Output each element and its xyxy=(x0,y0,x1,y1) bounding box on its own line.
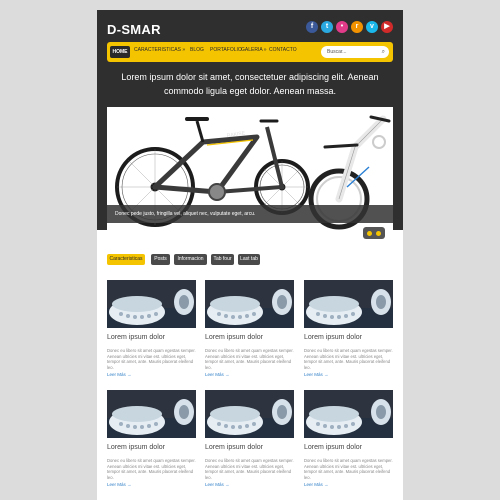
search-icon[interactable]: ⌕ xyxy=(382,46,385,58)
site-logo[interactable]: D-SMAR xyxy=(107,22,161,37)
card-description: Donec eu libero sit amet quam egestas se… xyxy=(107,348,196,370)
card-title: Lorem ipsum dolor xyxy=(205,444,263,451)
card-title: Lorem ipsum dolor xyxy=(205,334,263,341)
read-more-link[interactable]: Leer Más → xyxy=(304,482,329,487)
facebook-icon[interactable]: f xyxy=(306,21,318,33)
card-description: Donec eu libero sit amet quam egestas se… xyxy=(205,458,294,480)
bike-illustration: RAKISE xyxy=(107,107,393,247)
search-input[interactable]: Buscar... ⌕ xyxy=(321,46,389,58)
nav-item-portafolio[interactable]: PORTAFOLIO xyxy=(210,47,242,53)
tab-last[interactable]: Last tab xyxy=(238,254,260,265)
search-placeholder: Buscar... xyxy=(327,49,347,55)
read-more-link[interactable]: Leer Más → xyxy=(205,372,230,377)
nav-item-blog[interactable]: BLOG xyxy=(190,47,204,53)
earbuds-thumbnail[interactable] xyxy=(205,390,294,438)
slider-caption: Donec pede justo, fringilla vel, aliquet… xyxy=(107,205,393,223)
earbuds-thumbnail[interactable] xyxy=(304,390,393,438)
card-description: Donec eu libero sit amet quam egestas se… xyxy=(304,458,393,480)
main-nav: HOME CARACTERISTICAS » BLOG PORTAFOLIO G… xyxy=(107,42,393,62)
card-title: Lorem ipsum dolor xyxy=(304,334,362,341)
flickr-icon[interactable]: • xyxy=(336,21,348,33)
read-more-link[interactable]: Leer Más → xyxy=(304,372,329,377)
headline: Lorem ipsum dolor sit amet, consectetuer… xyxy=(121,72,379,96)
card-title: Lorem ipsum dolor xyxy=(107,444,165,451)
nav-item-caracteristicas[interactable]: CARACTERISTICAS » xyxy=(134,47,185,53)
tab-four[interactable]: Tab four xyxy=(211,254,234,265)
tab-posts[interactable]: Posts xyxy=(151,254,170,265)
page-container: D-SMAR f t • r v ▶ HOME CARACTERISTICAS … xyxy=(97,10,403,500)
hero-slider[interactable]: RAKISE Donec pede justo, fringilla vel, … xyxy=(107,107,393,247)
card-description: Donec eu libero sit amet quam egestas se… xyxy=(304,348,393,370)
slider-dot-2[interactable] xyxy=(376,231,381,236)
slider-pagination xyxy=(363,227,385,239)
earbuds-thumbnail[interactable] xyxy=(304,280,393,328)
nav-item-galeria[interactable]: GALERIA » xyxy=(241,47,267,53)
earbuds-thumbnail[interactable] xyxy=(205,280,294,328)
card-description: Donec eu libero sit amet quam egestas se… xyxy=(205,348,294,370)
tab-caracteristicas[interactable]: Caracteristicas xyxy=(107,254,145,265)
read-more-link[interactable]: Leer Más → xyxy=(107,482,132,487)
youtube-icon[interactable]: ▶ xyxy=(381,21,393,33)
nav-item-home[interactable]: HOME xyxy=(110,46,130,58)
nav-item-contacto[interactable]: CONTACTO xyxy=(269,47,297,53)
read-more-link[interactable]: Leer Más → xyxy=(107,372,132,377)
slider-dot-1[interactable] xyxy=(367,231,372,236)
card-title: Lorem ipsum dolor xyxy=(107,334,165,341)
tab-informacion[interactable]: Informacion xyxy=(174,254,207,265)
read-more-link[interactable]: Leer Más → xyxy=(205,482,230,487)
vimeo-icon[interactable]: v xyxy=(366,21,378,33)
slider-caption-text: Donec pede justo, fringilla vel, aliquet… xyxy=(115,211,256,217)
card-description: Donec eu libero sit amet quam egestas se… xyxy=(107,458,196,480)
card-title: Lorem ipsum dolor xyxy=(304,444,362,451)
social-icons: f t • r v ▶ xyxy=(306,21,393,33)
twitter-icon[interactable]: t xyxy=(321,21,333,33)
earbuds-thumbnail[interactable] xyxy=(107,390,196,438)
rss-icon[interactable]: r xyxy=(351,21,363,33)
earbuds-thumbnail[interactable] xyxy=(107,280,196,328)
